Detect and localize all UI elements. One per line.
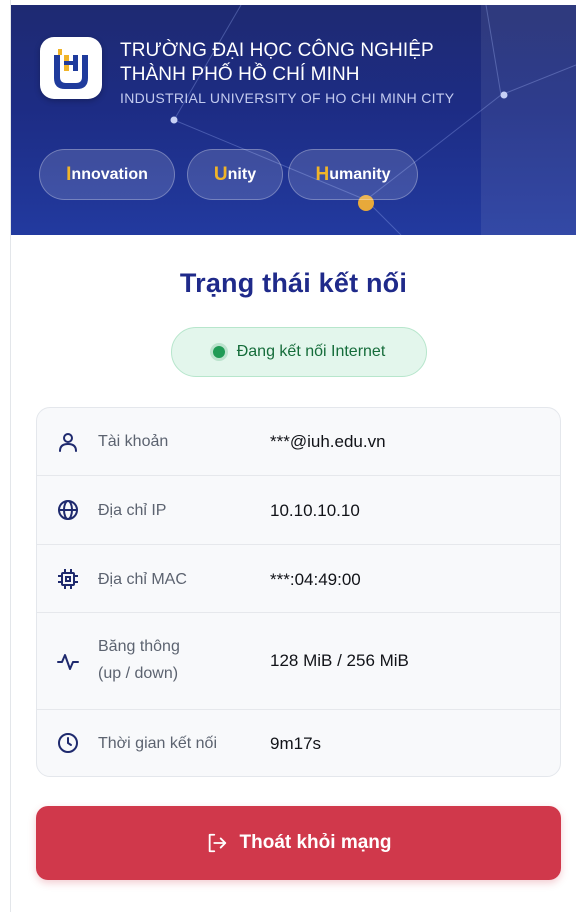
value-rest: umanity — [329, 165, 391, 183]
university-name-line2: THÀNH PHỐ HỒ CHÍ MINH — [120, 64, 360, 85]
user-icon — [59, 433, 77, 452]
connection-info-card: Tài khoản ***@iuh.edu.vn Địa chỉ IP 10.1… — [36, 407, 561, 777]
page-title: Trạng thái kết nối — [179, 268, 408, 298]
value-rest: nnovation — [71, 165, 148, 183]
globe-icon — [58, 500, 78, 520]
info-label: Thời gian kết nối — [98, 735, 217, 752]
value-rest: nity — [227, 165, 257, 183]
connection-status-badge: Đang kết nối Internet — [171, 327, 427, 377]
info-value: ***@iuh.edu.vn — [270, 432, 386, 451]
university-name-line1: TRƯỜNG ĐẠI HỌC CÔNG NGHIỆP — [120, 40, 434, 61]
value-initial: U — [213, 163, 228, 185]
info-value: 10.10.10.10 — [270, 501, 360, 520]
university-name: TRƯỜNG ĐẠI HỌC CÔNG NGHIỆP THÀNH PHỐ HỒ … — [120, 39, 434, 87]
info-label: Địa chỉ IP — [98, 502, 167, 519]
info-value: 128 MiB / 256 MiB — [270, 651, 409, 670]
info-value: ***:04:49:00 — [270, 570, 361, 589]
university-name-english: INDUSTRIAL UNIVERSITY OF HO CHI MINH CIT… — [120, 90, 455, 106]
value-pill-innovation: Innovation — [39, 149, 175, 200]
info-row-bandwidth: Băng thông (up / down) 128 MiB / 256 MiB — [37, 613, 560, 710]
chip-icon — [58, 569, 78, 589]
info-row-account: Tài khoản ***@iuh.edu.vn — [37, 408, 560, 476]
activity-icon — [57, 654, 79, 670]
clock-icon — [58, 733, 78, 753]
info-label-line2: (up / down) — [98, 665, 179, 682]
value-pill-humanity: Humanity — [288, 149, 418, 200]
value-pill-unity: Unity — [187, 149, 283, 200]
university-logo — [40, 37, 102, 99]
logout-icon — [208, 833, 226, 853]
status-text: Đang kết nối Internet — [236, 343, 386, 360]
info-row-ip: Địa chỉ IP 10.10.10.10 — [37, 476, 560, 545]
info-value: 9m17s — [270, 734, 322, 753]
info-row-mac: Địa chỉ MAC ***:04:49:00 — [37, 545, 560, 613]
info-label-line1: Băng thông — [98, 638, 180, 655]
info-row-connection-time: Thời gian kết nối 9m17s — [37, 710, 560, 776]
value-initial: H — [315, 163, 330, 185]
info-label: Tài khoản — [98, 433, 169, 450]
logout-label: Thoát khỏi mạng — [239, 832, 392, 853]
info-label: Băng thông (up / down) — [98, 633, 180, 687]
header-banner: TRƯỜNG ĐẠI HỌC CÔNG NGHIỆP THÀNH PHỐ HỒ … — [11, 5, 576, 235]
info-label: Địa chỉ MAC — [98, 571, 187, 588]
logout-button[interactable]: Thoát khỏi mạng — [36, 806, 561, 880]
status-dot-icon — [212, 346, 225, 358]
